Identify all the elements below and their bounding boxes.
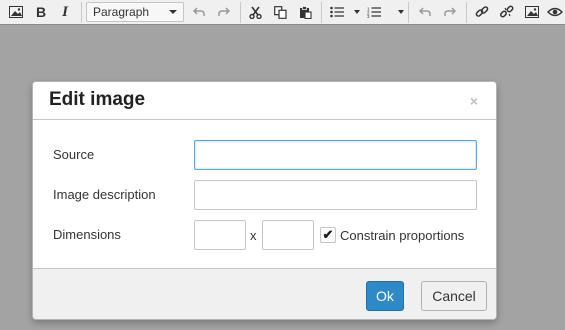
dialog-title: Edit image — [49, 89, 146, 110]
source-input[interactable] — [194, 140, 477, 170]
italic-icon[interactable]: I — [55, 2, 75, 22]
dimension-separator: x — [250, 228, 257, 243]
width-input[interactable] — [194, 220, 246, 250]
svg-text:3: 3 — [367, 14, 370, 18]
toolbar-divider — [408, 2, 409, 23]
bullet-list-icon[interactable] — [327, 2, 347, 22]
undo-icon[interactable] — [415, 2, 435, 22]
chevron-down-icon[interactable] — [398, 10, 404, 14]
height-input[interactable] — [262, 220, 314, 250]
image-description-input[interactable] — [194, 180, 477, 210]
source-label: Source — [53, 147, 95, 162]
toolbar-divider — [240, 2, 241, 23]
dialog-footer: Ok Cancel — [33, 268, 496, 319]
chevron-down-icon[interactable] — [354, 10, 360, 14]
edit-image-dialog: Edit image × Source Image description Di… — [32, 81, 497, 320]
constrain-proportions-checkbox[interactable]: ✔ — [320, 227, 336, 243]
dialog-header: Edit image × — [33, 82, 496, 120]
unlink-icon[interactable] — [497, 2, 517, 22]
format-select-value: Paragraph — [93, 5, 150, 19]
copy-icon[interactable] — [270, 2, 290, 22]
ok-button[interactable]: Ok — [366, 281, 404, 311]
paste-icon[interactable] — [295, 2, 315, 22]
link-icon[interactable] — [472, 2, 492, 22]
constrain-proportions-label[interactable]: Constrain proportions — [340, 228, 464, 243]
redo-icon[interactable] — [214, 2, 234, 22]
chevron-down-icon — [169, 10, 177, 14]
image-icon[interactable] — [6, 2, 26, 22]
toolbar-divider — [321, 2, 322, 23]
toolbar-divider — [466, 2, 467, 23]
editor-toolbar: B I Paragraph 123 — [0, 0, 565, 25]
preview-icon[interactable] — [547, 2, 565, 22]
toolbar-divider — [81, 2, 82, 23]
image-icon[interactable] — [522, 2, 542, 22]
numbered-list-icon[interactable]: 123 — [364, 2, 384, 22]
bold-icon[interactable]: B — [31, 2, 51, 22]
format-select[interactable]: Paragraph — [86, 2, 184, 22]
close-icon[interactable]: × — [470, 94, 478, 108]
undo-icon[interactable] — [189, 2, 209, 22]
dimensions-label: Dimensions — [53, 227, 121, 242]
cut-icon[interactable] — [245, 2, 265, 22]
image-description-label: Image description — [53, 187, 156, 202]
cancel-button[interactable]: Cancel — [421, 281, 487, 311]
redo-icon[interactable] — [440, 2, 460, 22]
